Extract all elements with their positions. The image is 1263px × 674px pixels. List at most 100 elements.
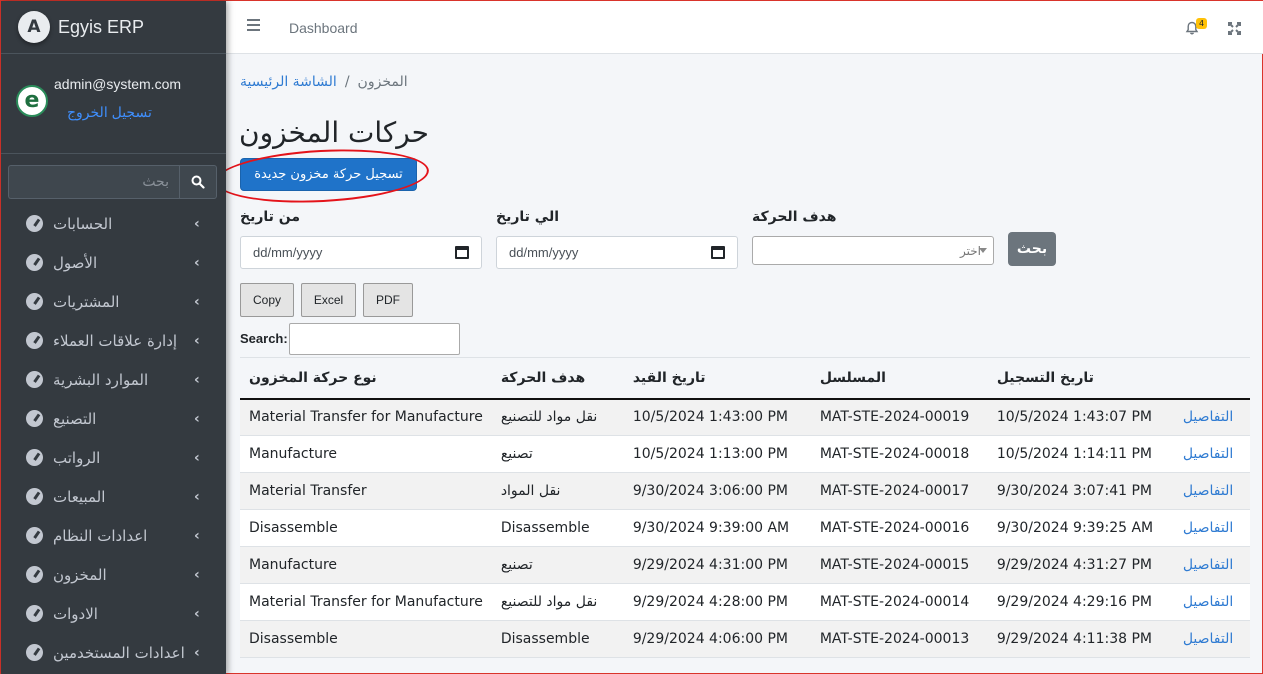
column-header[interactable]: تاريخ القيد — [623, 357, 811, 400]
table-cell: نقل مواد للتصنيع — [491, 398, 624, 436]
table-cell: Disassemble — [240, 620, 492, 658]
table-cell: Manufacture — [240, 435, 492, 473]
logout-link[interactable]: تسجيل الخروج — [67, 104, 152, 121]
sidebar-item-hr[interactable]: الموارد البشرية ‹ — [1, 360, 226, 399]
column-header[interactable]: المسلسل — [810, 357, 988, 400]
sidebar-item-label: التصنيع — [53, 409, 97, 428]
sidebar-item-label: اعدادات المستخدمين — [53, 643, 185, 662]
sidebar-item-label: المخزون — [53, 565, 107, 584]
breadcrumb: الشاشة الرئيسية / المخزون — [240, 74, 408, 90]
table-cell: التفاصيل — [1173, 509, 1250, 547]
search-button[interactable]: بحث — [1008, 232, 1056, 266]
table-row: Disassemble Disassemble 9/29/2024 4:06:0… — [240, 620, 1250, 658]
sidebar-search — [8, 165, 217, 199]
table-header-row: نوع حركة المخزون هدف الحركة تاريخ القيد … — [240, 357, 1250, 400]
sidebar-item-payroll[interactable]: الرواتب ‹ — [1, 438, 226, 477]
column-header[interactable]: نوع حركة المخزون — [240, 357, 492, 400]
sidebar-item-label: المشتريات — [53, 292, 120, 311]
sidebar-item-inventory[interactable]: المخزون ‹ — [1, 555, 226, 594]
sidebar-item-tools[interactable]: الادوات ‹ — [1, 594, 226, 633]
breadcrumb-home-link[interactable]: الشاشة الرئيسية — [240, 74, 337, 90]
details-link[interactable]: التفاصيل — [1183, 594, 1233, 610]
table-cell: MAT-STE-2024-00018 — [810, 435, 988, 473]
details-link[interactable]: التفاصيل — [1183, 409, 1233, 425]
chevron-left-icon: ‹ — [194, 644, 200, 661]
to-date-label: الي تاريخ — [496, 209, 560, 225]
table-cell: 9/30/2024 9:39:25 AM — [987, 509, 1174, 547]
top-navbar: Dashboard 4 — [226, 1, 1263, 54]
brand-logo: A — [18, 11, 50, 43]
table-cell: التفاصيل — [1173, 546, 1250, 584]
sidebar-item-manufacturing[interactable]: التصنيع ‹ — [1, 399, 226, 438]
sidebar-item-system-settings[interactable]: اعدادات النظام ‹ — [1, 516, 226, 555]
table-cell: 9/29/2024 4:31:00 PM — [623, 546, 811, 584]
chevron-left-icon: ‹ — [194, 410, 200, 427]
table-cell: 9/30/2024 3:07:41 PM — [987, 472, 1174, 510]
brand-name: Egyis ERP — [58, 16, 145, 37]
table-cell: نقل المواد — [491, 472, 624, 510]
table-cell: 9/30/2024 9:39:00 AM — [623, 509, 811, 547]
calendar-icon[interactable] — [711, 246, 725, 259]
chevron-left-icon: ‹ — [194, 332, 200, 349]
from-date-input[interactable]: dd/mm/yyyy — [240, 236, 482, 269]
dashboard-icon — [26, 293, 43, 310]
sidebar-item-label: الادوات — [53, 604, 98, 623]
dashboard-icon — [26, 254, 43, 271]
table-cell: 9/30/2024 3:06:00 PM — [623, 472, 811, 510]
sidebar-item-sales[interactable]: المبيعات ‹ — [1, 477, 226, 516]
table-cell: 9/29/2024 4:31:27 PM — [987, 546, 1174, 584]
table-cell: تصنيع — [491, 435, 624, 473]
brand[interactable]: A Egyis ERP — [1, 1, 226, 54]
table-row: Disassemble Disassemble 9/30/2024 9:39:0… — [240, 509, 1250, 547]
sidebar-item-accounts[interactable]: الحسابات ‹ — [1, 204, 226, 243]
sidebar-item-label: الحسابات — [53, 214, 113, 233]
purpose-select-value: اختر — [960, 244, 981, 258]
table-cell: Material Transfer for Manufacture — [240, 583, 492, 621]
dashboard-icon — [26, 332, 43, 349]
chevron-left-icon: ‹ — [194, 527, 200, 544]
purpose-select[interactable]: اختر — [752, 236, 994, 265]
to-date-input[interactable]: dd/mm/yyyy — [496, 236, 738, 269]
table-cell: التفاصيل — [1173, 472, 1250, 510]
table-search-input[interactable] — [289, 323, 460, 355]
copy-button[interactable]: Copy — [240, 283, 294, 317]
details-link[interactable]: التفاصيل — [1183, 631, 1233, 647]
details-link[interactable]: التفاصيل — [1183, 557, 1233, 573]
main-content: الشاشة الرئيسية / المخزون حركات المخزون … — [213, 54, 1263, 674]
table-cell: MAT-STE-2024-00017 — [810, 472, 988, 510]
sidebar-item-user-settings[interactable]: اعدادات المستخدمين ‹ — [1, 633, 226, 672]
fullscreen-icon[interactable] — [1228, 22, 1241, 35]
avatar: e — [16, 85, 48, 117]
table-cell: MAT-STE-2024-00019 — [810, 398, 988, 436]
chevron-left-icon: ‹ — [194, 254, 200, 271]
new-stock-entry-button[interactable]: تسجيل حركة مخزون جديدة — [240, 158, 417, 191]
sidebar-search-button[interactable] — [179, 165, 217, 199]
dashboard-link[interactable]: Dashboard — [289, 20, 358, 36]
column-header[interactable]: هدف الحركة — [491, 357, 624, 400]
table-cell: MAT-STE-2024-00015 — [810, 546, 988, 584]
sidebar-item-crm[interactable]: إدارة علاقات العملاء ‹ — [1, 321, 226, 360]
dashboard-icon — [26, 410, 43, 427]
table-cell: 10/5/2024 1:43:07 PM — [987, 398, 1174, 436]
column-header[interactable]: تاريخ التسجيل — [987, 357, 1174, 400]
menu-icon[interactable] — [247, 19, 260, 31]
dashboard-icon — [26, 566, 43, 583]
sidebar-item-assets[interactable]: الأصول ‹ — [1, 243, 226, 282]
calendar-icon[interactable] — [455, 246, 469, 259]
details-link[interactable]: التفاصيل — [1183, 520, 1233, 536]
details-link[interactable]: التفاصيل — [1183, 446, 1233, 462]
details-link[interactable]: التفاصيل — [1183, 483, 1233, 499]
excel-button[interactable]: Excel — [301, 283, 356, 317]
table-cell: MAT-STE-2024-00014 — [810, 583, 988, 621]
dashboard-icon — [26, 449, 43, 466]
chevron-left-icon: ‹ — [194, 215, 200, 232]
table-cell: نقل مواد للتصنيع — [491, 583, 624, 621]
sidebar-search-input[interactable] — [8, 165, 179, 199]
table-cell: 10/5/2024 1:14:11 PM — [987, 435, 1174, 473]
dashboard-icon — [26, 215, 43, 232]
chevron-left-icon: ‹ — [194, 293, 200, 310]
sidebar-item-purchases[interactable]: المشتريات ‹ — [1, 282, 226, 321]
dashboard-icon — [26, 644, 43, 661]
table-row: Material Transfer for Manufacture نقل مو… — [240, 398, 1250, 436]
pdf-button[interactable]: PDF — [363, 283, 413, 317]
